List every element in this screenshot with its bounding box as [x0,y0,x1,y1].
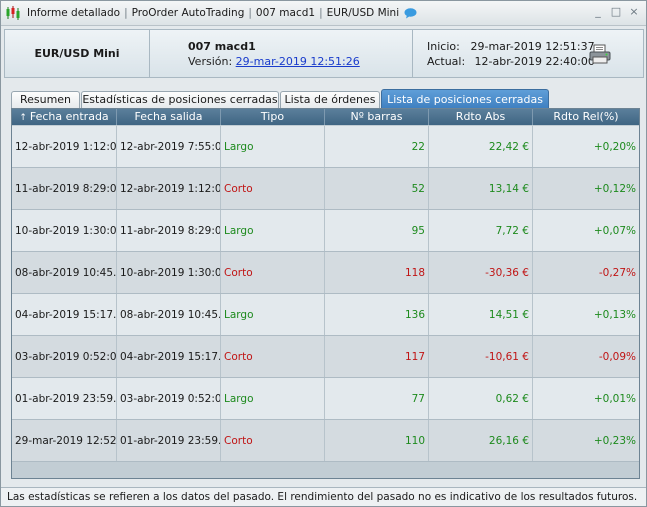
tab-lista-posiciones[interactable]: Lista de posiciones cerradas [381,89,549,109]
strategy-version: Versión: 29-mar-2019 12:51:26 [188,55,360,68]
type-cell: Corto [221,252,325,294]
title-bar: Informe detallado | ProOrder AutoTrading… [1,1,646,26]
current-row: Actual: 12-abr-2019 22:40:00 [427,55,595,68]
type-cell: Corto [221,168,325,210]
start-row: Inicio: 29-mar-2019 12:51:37 [427,40,595,53]
rel-return-cell: +0,12% [593,183,636,195]
rel-return-cell: -0,09% [598,351,636,363]
printer-icon[interactable] [589,44,611,64]
row-divider [12,461,639,462]
exit-date-cell: 04-abr-2019 15:17... [117,336,221,378]
col-header-entry[interactable]: ↑ Fecha entrada [12,109,117,125]
bars-cell: 117 [325,336,429,378]
type-cell: Largo [221,378,325,420]
strategy-info: 007 macd1 Versión: 29-mar-2019 12:51:26 [150,30,413,77]
table-row[interactable]: 04-abr-2019 15:17... 08-abr-2019 10:45...… [12,294,639,336]
table-header: ↑ Fecha entrada Fecha salida Tipo Nº barr… [12,109,639,125]
entry-date-cell: 11-abr-2019 8:29:00 [12,168,117,210]
entry-date-cell: 01-abr-2019 23:59... [12,378,117,420]
entry-date-cell: 12-abr-2019 1:12:00 [12,126,117,168]
rel-return-cell: +0,20% [593,141,636,153]
version-label: Versión: [188,55,233,68]
exit-date-cell: 01-abr-2019 23:59... [117,420,221,462]
entry-date-cell: 29-mar-2019 12:52... [12,420,117,462]
exit-date-cell: 12-abr-2019 7:55:00 [117,126,221,168]
rel-return-cell: +0,23% [593,435,636,447]
rel-return-cell: +0,07% [593,225,636,237]
date-info: Inicio: 29-mar-2019 12:51:37 Actual: 12-… [413,30,643,77]
abs-return-cell: 14,51 € [429,294,533,336]
abs-return-cell: 13,14 € [429,168,533,210]
exit-date-cell: 10-abr-2019 1:30:00 [117,252,221,294]
type-cell: Largo [221,126,325,168]
title-instrument: EUR/USD Mini [326,7,400,19]
tab-resumen[interactable]: Resumen [11,91,80,108]
tab-estadisticas[interactable]: Estadísticas de posiciones cerradas [81,91,279,108]
table-row[interactable]: 12-abr-2019 1:12:00 12-abr-2019 7:55:00 La… [12,126,639,168]
abs-return-cell: -10,61 € [429,336,533,378]
sort-up-icon: ↑ [19,113,27,123]
entry-date-cell: 03-abr-2019 0:52:00 [12,336,117,378]
exit-date-cell: 12-abr-2019 1:12:00 [117,168,221,210]
table-row[interactable]: 29-mar-2019 12:52... 01-abr-2019 23:59...… [12,420,639,462]
rel-return-cell: -0,27% [598,267,636,279]
abs-return-cell: 0,62 € [429,378,533,420]
bars-cell: 110 [325,420,429,462]
abs-return-cell: 26,16 € [429,420,533,462]
close-button[interactable]: × [628,6,640,18]
table-row[interactable]: 03-abr-2019 0:52:00 04-abr-2019 15:17... C… [12,336,639,378]
rel-return-cell: +0,13% [593,309,636,321]
version-date-link[interactable]: 29-mar-2019 12:51:26 [236,55,360,68]
bars-cell: 22 [325,126,429,168]
chart-candles-icon [6,6,20,20]
entry-date-cell: 04-abr-2019 15:17... [12,294,117,336]
title-strategy: 007 macd1 [255,7,316,19]
bars-cell: 77 [325,378,429,420]
type-cell: Largo [221,294,325,336]
abs-return-cell: 7,72 € [429,210,533,252]
bars-cell: 95 [325,210,429,252]
table-row[interactable]: 01-abr-2019 23:59... 03-abr-2019 0:52:00 L… [12,378,639,420]
start-value: 29-mar-2019 12:51:37 [470,40,595,53]
disclaimer-footer: Las estadísticas se refieren a los datos… [1,487,646,506]
table-row[interactable]: 10-abr-2019 1:30:00 11-abr-2019 8:29:00 La… [12,210,639,252]
instrument-name: EUR/USD Mini [5,30,150,77]
entry-date-cell: 10-abr-2019 1:30:00 [12,210,117,252]
col-header-bars[interactable]: Nº barras [325,109,429,125]
table-row[interactable]: 08-abr-2019 10:45... 10-abr-2019 1:30:00 C… [12,252,639,294]
chat-bubble-icon[interactable] [404,7,417,19]
exit-date-cell: 03-abr-2019 0:52:00 [117,378,221,420]
table-row[interactable]: 11-abr-2019 8:29:00 12-abr-2019 1:12:00 Co… [12,168,639,210]
abs-return-cell: -30,36 € [429,252,533,294]
col-header-exit[interactable]: Fecha salida [117,109,221,125]
col-entry-label: Fecha entrada [29,110,109,123]
title-report: Informe detallado [27,7,121,19]
strategy-name: 007 macd1 [188,40,256,53]
minimize-button[interactable]: _ [592,6,604,18]
type-cell: Corto [221,420,325,462]
maximize-button[interactable]: □ [610,6,622,18]
rel-return-cell: +0,01% [593,393,636,405]
bars-cell: 136 [325,294,429,336]
current-label: Actual: [427,55,466,68]
exit-date-cell: 08-abr-2019 10:45... [117,294,221,336]
bars-cell: 52 [325,168,429,210]
report-header: EUR/USD Mini 007 macd1 Versión: 29-mar-2… [4,29,644,78]
tab-lista-ordenes[interactable]: Lista de órdenes [280,91,380,108]
window-controls: _ □ × [592,6,640,18]
entry-date-cell: 08-abr-2019 10:45... [12,252,117,294]
col-header-type[interactable]: Tipo [221,109,325,125]
exit-date-cell: 11-abr-2019 8:29:00 [117,210,221,252]
positions-table: ↑ Fecha entrada Fecha salida Tipo Nº barr… [11,108,640,479]
title-module: ProOrder AutoTrading [131,7,245,19]
col-header-abs[interactable]: Rdto Abs [429,109,533,125]
start-label: Inicio: [427,40,460,53]
report-window: Informe detallado | ProOrder AutoTrading… [0,0,647,507]
abs-return-cell: 22,42 € [429,126,533,168]
current-value: 12-abr-2019 22:40:00 [474,55,595,68]
type-cell: Largo [221,210,325,252]
type-cell: Corto [221,336,325,378]
bars-cell: 118 [325,252,429,294]
col-header-rel[interactable]: Rdto Rel(%) [533,109,639,125]
